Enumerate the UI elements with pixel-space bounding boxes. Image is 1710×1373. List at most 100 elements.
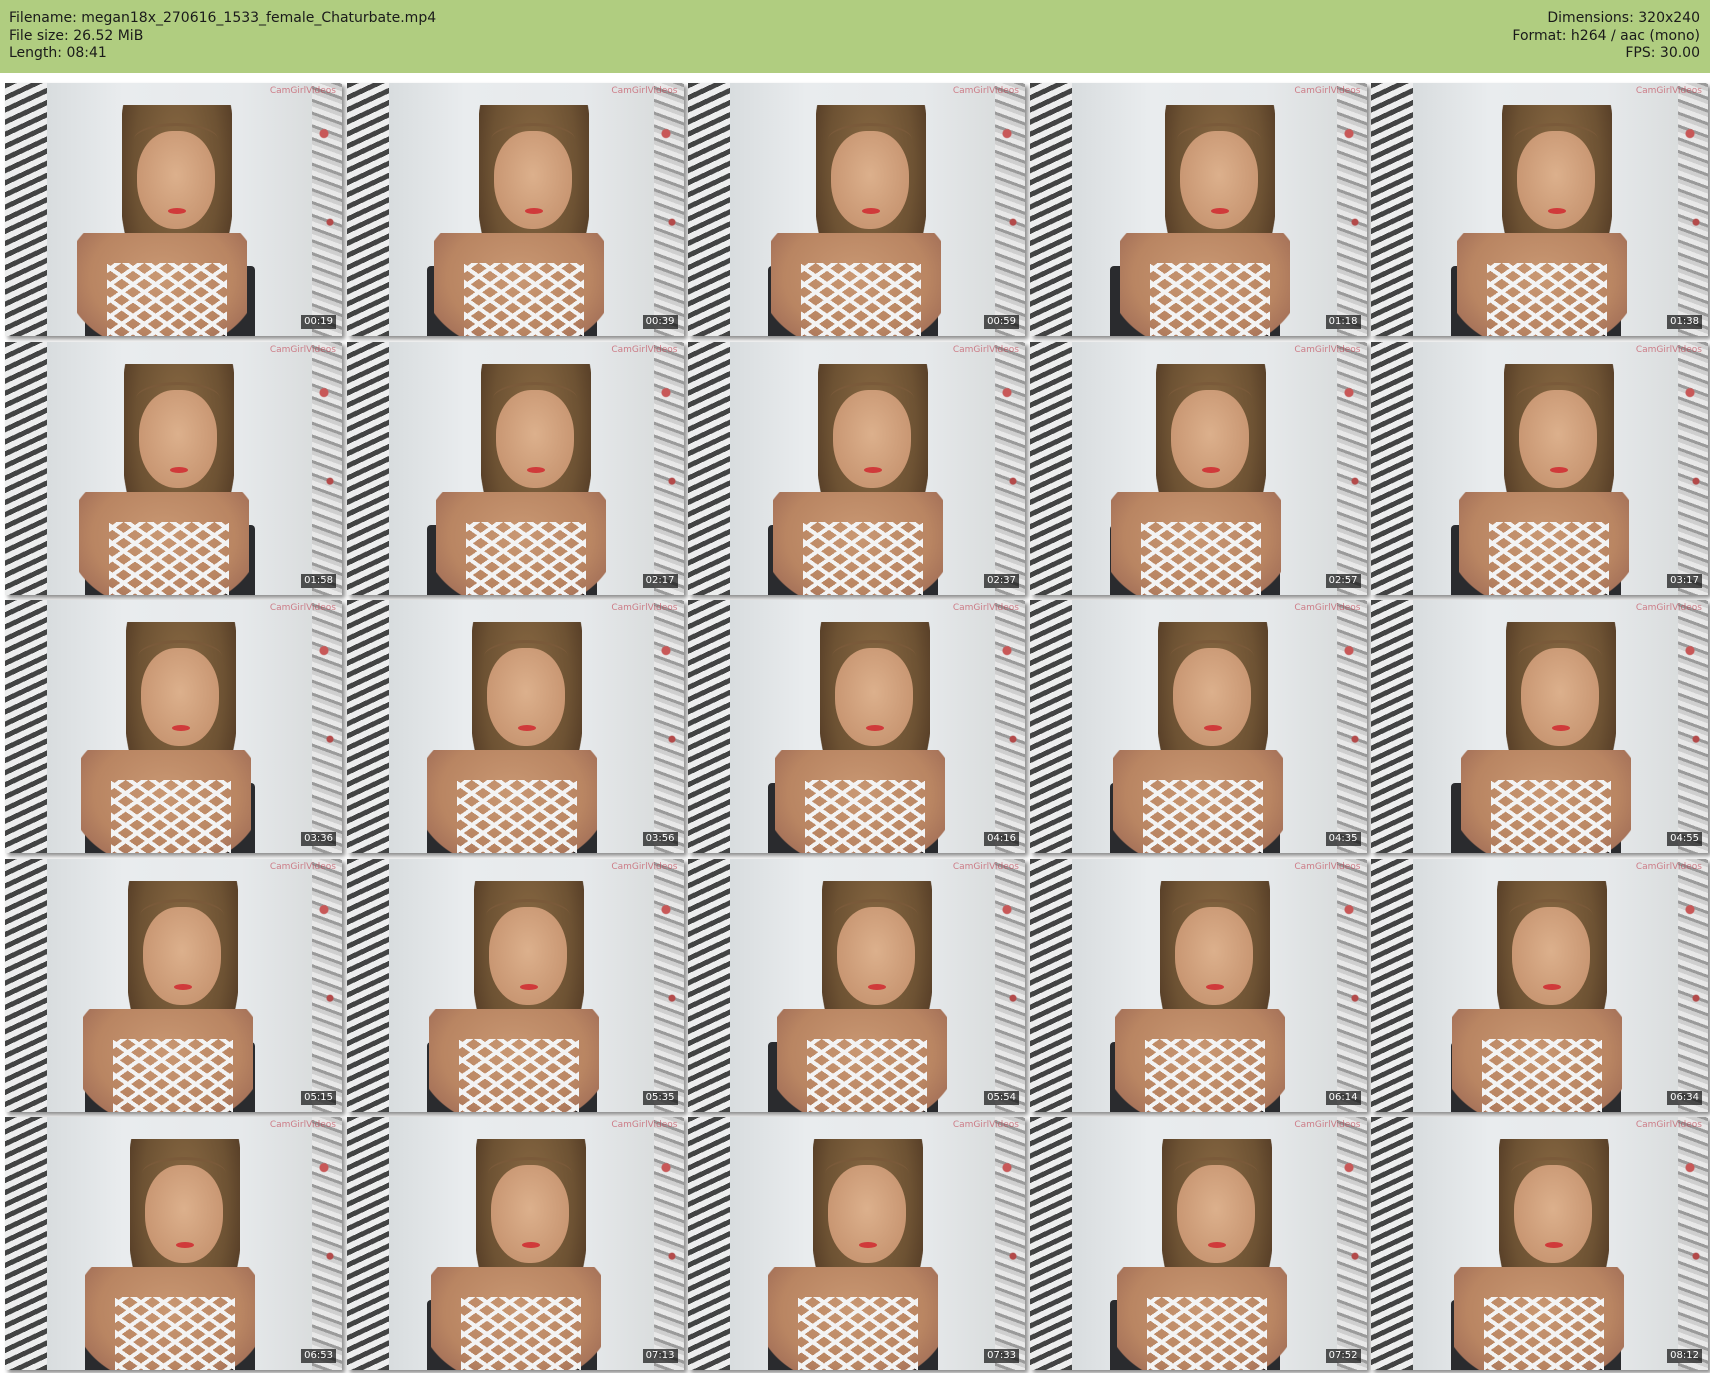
lips — [526, 466, 545, 473]
strappy-top — [463, 263, 584, 336]
zebra-curtain — [1029, 341, 1072, 595]
strappy-top — [1146, 1297, 1267, 1370]
floral-curtain — [995, 600, 1025, 853]
strappy-top — [1487, 263, 1607, 336]
lips — [868, 983, 886, 990]
timestamp-label: 03:36 — [301, 832, 336, 846]
zebra-curtain — [346, 83, 389, 336]
zebra-curtain — [688, 1117, 730, 1370]
floral-curtain — [1336, 858, 1367, 1112]
dimensions-text: Dimensions: 320x240 — [1547, 10, 1700, 26]
watermark-text: CamGirlVideos — [1294, 603, 1361, 613]
headband — [1518, 640, 1602, 673]
strappy-top — [1484, 1297, 1604, 1370]
thumbnail-grid: CamGirlVideos 00:19 CamGirlVideos 00:39 CamG… — [0, 79, 1710, 1373]
floral-curtain — [1678, 341, 1708, 595]
lips — [517, 725, 536, 731]
thumbnail-frame: CamGirlVideos 03:17 — [1371, 341, 1708, 595]
thumbnail-frame: CamGirlVideos 00:19 — [5, 83, 342, 336]
headband — [834, 898, 918, 932]
timestamp-label: 05:15 — [301, 1090, 336, 1105]
floral-curtain — [1678, 83, 1708, 336]
floral-curtain — [1336, 1117, 1367, 1370]
thumbnail-frame: CamGirlVideos 03:36 — [5, 600, 342, 853]
lips — [524, 208, 543, 214]
info-header: Filename: megan18x_270616_1533_female_Ch… — [0, 0, 1710, 73]
strappy-top — [1149, 263, 1270, 336]
thumbnail-frame: CamGirlVideos 01:58 — [5, 341, 342, 595]
lips — [1205, 983, 1224, 990]
headband — [1176, 123, 1261, 156]
timestamp-label: 04:35 — [1325, 832, 1361, 846]
thumbnail-frame: CamGirlVideos 08:12 — [1371, 1117, 1708, 1370]
strappy-top — [805, 780, 925, 853]
timestamp-label: 03:17 — [1667, 573, 1702, 588]
zebra-curtain — [688, 600, 730, 853]
zebra-curtain — [688, 341, 730, 595]
thumbnail-frame: CamGirlVideos 06:53 — [5, 1117, 342, 1370]
headband — [830, 381, 914, 415]
watermark-text: CamGirlVideos — [611, 344, 678, 355]
thumbnail-frame: CamGirlVideos 02:17 — [346, 341, 684, 595]
thumbnail-frame: CamGirlVideos 05:15 — [5, 858, 342, 1112]
zebra-curtain — [5, 1117, 47, 1370]
lips — [1552, 725, 1570, 731]
timestamp-label: 04:16 — [984, 832, 1019, 846]
strappy-top — [1142, 780, 1263, 853]
floral-curtain — [1678, 1117, 1708, 1370]
lips — [1203, 725, 1222, 731]
thumbnail-frame: CamGirlVideos 00:59 — [688, 83, 1025, 336]
lips — [1548, 208, 1566, 214]
floral-curtain — [653, 858, 684, 1112]
headband — [487, 1157, 572, 1190]
timestamp-label: 01:18 — [1325, 315, 1361, 329]
floral-curtain — [995, 1117, 1025, 1370]
timestamp-label: 08:12 — [1667, 1349, 1702, 1363]
thumbnail-frame: CamGirlVideos 05:35 — [346, 858, 684, 1112]
thumbnail-frame: CamGirlVideos 02:57 — [1029, 341, 1367, 595]
thumbnail-frame: CamGirlVideos 07:33 — [688, 1117, 1025, 1370]
headband — [142, 1157, 226, 1190]
thumbnail-frame: CamGirlVideos 04:35 — [1029, 600, 1367, 853]
zebra-curtain — [5, 341, 47, 595]
floral-curtain — [653, 600, 684, 853]
strappy-top — [115, 1297, 235, 1370]
floral-curtain — [995, 858, 1025, 1112]
info-left: Filename: megan18x_270616_1533_female_Ch… — [9, 9, 436, 62]
strappy-top — [803, 521, 923, 595]
zebra-curtain — [1029, 1117, 1072, 1370]
headband — [490, 123, 575, 156]
strappy-top — [113, 1038, 233, 1112]
floral-curtain — [1336, 341, 1367, 595]
timestamp-label: 06:14 — [1325, 1090, 1361, 1105]
strappy-top — [111, 780, 231, 853]
floral-curtain — [653, 341, 684, 595]
zebra-curtain — [688, 858, 730, 1112]
timestamp-label: 06:34 — [1667, 1090, 1702, 1105]
timestamp-label: 06:53 — [301, 1349, 336, 1363]
floral-curtain — [653, 83, 684, 336]
zebra-curtain — [346, 1117, 389, 1370]
zebra-curtain — [5, 858, 47, 1112]
timestamp-label: 01:58 — [301, 573, 336, 588]
strappy-top — [1144, 1038, 1265, 1112]
watermark-text: CamGirlVideos — [611, 603, 678, 613]
strappy-top — [456, 780, 577, 853]
floral-curtain — [995, 83, 1025, 336]
timestamp-label: 00:39 — [642, 315, 678, 329]
thumbnail-frame: CamGirlVideos 06:14 — [1029, 858, 1367, 1112]
timestamp-label: 03:56 — [642, 832, 678, 846]
strappy-top — [109, 521, 229, 595]
zebra-curtain — [1371, 858, 1413, 1112]
zebra-curtain — [1029, 600, 1072, 853]
headband — [138, 640, 222, 673]
lips — [172, 725, 190, 731]
thumbnail-frame: CamGirlVideos 03:56 — [346, 600, 684, 853]
floral-curtain — [995, 341, 1025, 595]
headband — [1167, 381, 1252, 415]
floral-curtain — [312, 1117, 342, 1370]
lips — [519, 983, 538, 990]
watermark-text: CamGirlVideos — [952, 603, 1019, 613]
zebra-curtain — [1371, 341, 1413, 595]
zebra-curtain — [346, 341, 389, 595]
